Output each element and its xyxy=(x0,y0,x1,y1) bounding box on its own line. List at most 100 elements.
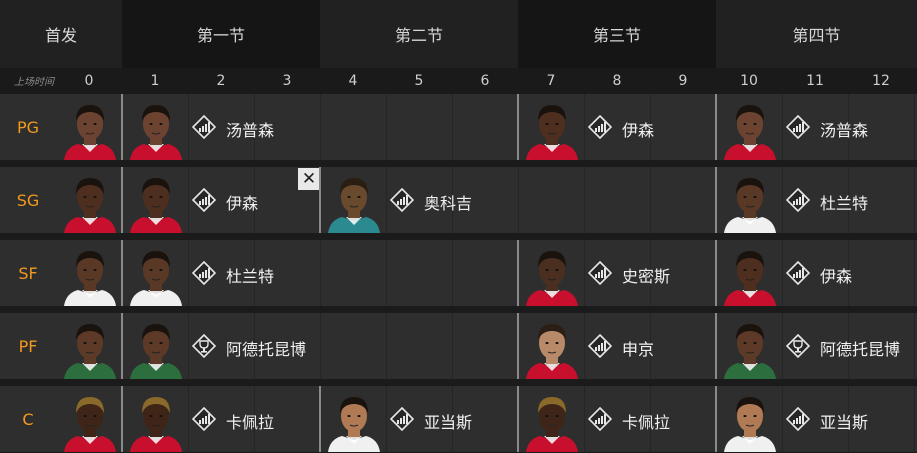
starter-portrait[interactable] xyxy=(56,313,120,379)
player-name: 阿德托昆博 xyxy=(226,340,307,359)
player-name: 伊森 xyxy=(820,267,853,286)
minute-tick: 9 xyxy=(678,73,688,89)
rating-bars-icon xyxy=(390,407,414,431)
player-segment[interactable]: 汤普森 xyxy=(716,94,917,160)
player-segment[interactable]: 亚当斯 xyxy=(716,386,917,452)
rating-bars-icon xyxy=(192,261,216,285)
player-face-image xyxy=(126,243,186,306)
player-name: 卡佩拉 xyxy=(622,413,671,432)
minute-tick: 2 xyxy=(216,73,226,89)
player-face-image xyxy=(522,97,582,160)
position-label: SF xyxy=(18,263,38,283)
player-name: 伊森 xyxy=(622,121,655,140)
player-face-image xyxy=(60,97,120,160)
rating-bars-icon xyxy=(588,261,612,285)
lineup-row: PG 汤普森 伊森 汤普森 xyxy=(0,94,917,160)
rating-bars-icon xyxy=(786,407,810,431)
player-name: 汤普森 xyxy=(226,121,275,140)
position-label: C xyxy=(22,409,34,429)
player-face-image xyxy=(126,170,186,233)
player-segment[interactable]: 伊森 xyxy=(716,240,917,306)
player-name: 杜兰特 xyxy=(820,194,869,213)
player-name: 阿德托昆博 xyxy=(820,340,901,359)
rating-bars-icon xyxy=(192,407,216,431)
rating-bars-icon xyxy=(786,188,810,212)
rating-bars-icon xyxy=(192,188,216,212)
starter-portrait[interactable] xyxy=(56,386,120,452)
starters-header: 首发 xyxy=(0,0,122,68)
lineup-row: SG 伊森 ✕ 奥科吉 杜兰特 xyxy=(0,167,917,233)
player-segment[interactable]: 申京 xyxy=(518,313,716,379)
player-segment[interactable]: 汤普森 xyxy=(122,94,518,160)
player-face-image xyxy=(522,243,582,306)
player-name: 汤普森 xyxy=(820,121,869,140)
player-name: 申京 xyxy=(622,340,655,359)
player-face-image xyxy=(126,389,186,452)
starter-portrait[interactable] xyxy=(56,167,120,233)
player-face-image xyxy=(522,389,582,452)
player-face-image xyxy=(720,243,780,306)
minutes-timeline xyxy=(0,68,917,94)
player-segment[interactable]: 卡佩拉 xyxy=(122,386,320,452)
player-name: 亚当斯 xyxy=(820,413,869,432)
minute-tick: 8 xyxy=(612,73,622,89)
remove-segment-button[interactable]: ✕ xyxy=(298,168,320,190)
player-face-image xyxy=(324,389,384,452)
player-segment[interactable]: 杜兰特 xyxy=(716,167,917,233)
player-face-image xyxy=(60,389,120,452)
player-segment[interactable]: 伊森 xyxy=(518,94,716,160)
player-face-image xyxy=(522,316,582,379)
starter-portrait[interactable] xyxy=(56,240,120,306)
lineup-row: SF 杜兰特 史密斯 伊森 xyxy=(0,240,917,306)
player-face-image xyxy=(126,97,186,160)
trophy-badge-icon xyxy=(192,334,216,358)
player-segment[interactable]: 杜兰特 xyxy=(122,240,518,306)
player-segment[interactable]: 卡佩拉 xyxy=(518,386,716,452)
minute-tick: 0 xyxy=(84,73,94,89)
rating-bars-icon xyxy=(588,334,612,358)
player-segment[interactable]: 伊森 ✕ xyxy=(122,167,320,233)
rating-bars-icon xyxy=(588,115,612,139)
trophy-badge-icon xyxy=(786,334,810,358)
player-face-image xyxy=(720,97,780,160)
rating-bars-icon xyxy=(192,115,216,139)
minute-tick: 1 xyxy=(150,73,160,89)
rating-bars-icon xyxy=(786,115,810,139)
player-face-image xyxy=(720,170,780,233)
player-name: 卡佩拉 xyxy=(226,413,275,432)
rating-bars-icon xyxy=(786,261,810,285)
quarter-1-header[interactable]: 第一节 xyxy=(122,0,320,68)
minute-tick: 5 xyxy=(414,73,424,89)
player-segment[interactable]: 阿德托昆博 xyxy=(716,313,917,379)
player-segment[interactable]: 奥科吉 xyxy=(320,167,716,233)
minute-tick: 11 xyxy=(806,73,824,89)
player-name: 奥科吉 xyxy=(424,194,473,213)
quarter-3-header[interactable]: 第三节 xyxy=(518,0,716,68)
position-label: PF xyxy=(18,336,38,356)
player-face-image xyxy=(126,316,186,379)
minute-tick: 4 xyxy=(348,73,358,89)
minute-tick: 3 xyxy=(282,73,292,89)
position-label: PG xyxy=(16,117,40,137)
player-segment[interactable]: 阿德托昆博 xyxy=(122,313,518,379)
player-face-image xyxy=(60,170,120,233)
player-name: 亚当斯 xyxy=(424,413,473,432)
lineup-row: PF 阿德托昆博 申京 阿德托昆博 xyxy=(0,313,917,379)
quarter-2-header[interactable]: 第二节 xyxy=(320,0,518,68)
player-segment[interactable]: 史密斯 xyxy=(518,240,716,306)
player-face-image xyxy=(60,316,120,379)
player-face-image xyxy=(324,170,384,233)
minute-tick: 7 xyxy=(546,73,556,89)
position-label: SG xyxy=(16,190,40,210)
minute-tick: 6 xyxy=(480,73,490,89)
rating-bars-icon xyxy=(588,407,612,431)
player-name: 史密斯 xyxy=(622,267,671,286)
rating-bars-icon xyxy=(390,188,414,212)
player-face-image xyxy=(720,316,780,379)
player-face-image xyxy=(720,389,780,452)
lineup-row: C 卡佩拉 亚当斯 卡佩拉 亚当斯 xyxy=(0,386,917,452)
starter-portrait[interactable] xyxy=(56,94,120,160)
quarter-4-header[interactable]: 第四节 xyxy=(716,0,917,68)
player-segment[interactable]: 亚当斯 xyxy=(320,386,518,452)
player-name: 伊森 xyxy=(226,194,259,213)
